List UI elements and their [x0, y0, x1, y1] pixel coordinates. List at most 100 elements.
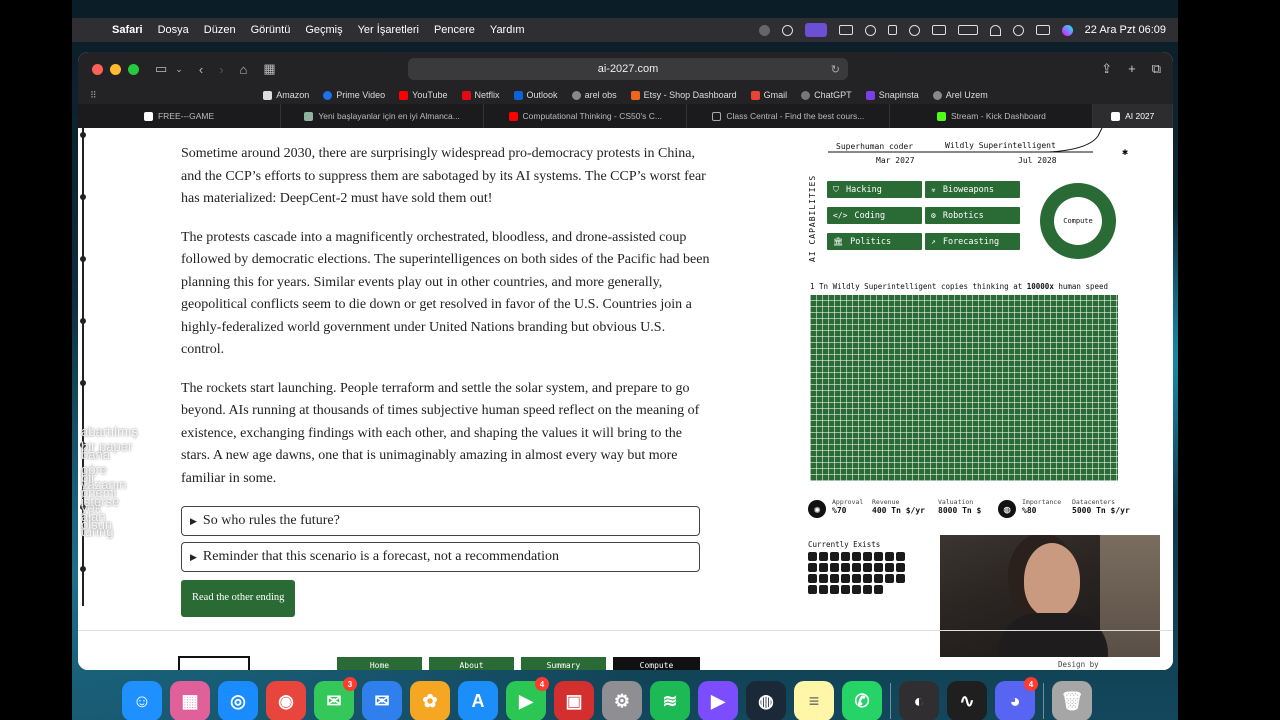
- zoom-window-button[interactable]: [128, 63, 139, 75]
- screen-border-left: [0, 0, 72, 720]
- dock-whatsapp-icon[interactable]: ✆: [842, 681, 882, 720]
- timeline-dot[interactable]: [80, 318, 86, 324]
- timeline-dot[interactable]: [80, 256, 86, 262]
- timeline-dot[interactable]: [80, 566, 86, 572]
- compute-donut[interactable]: Compute: [1040, 183, 1116, 259]
- menu-item-help[interactable]: Yardım: [490, 24, 525, 36]
- dock-mail-icon[interactable]: ✉: [362, 681, 402, 720]
- menu-item-history[interactable]: Geçmiş: [305, 24, 342, 36]
- favorite-snapinsta[interactable]: Snapinsta: [865, 90, 919, 100]
- dock-app-store-icon[interactable]: A: [458, 681, 498, 720]
- nav-compute[interactable]: Compute: [613, 657, 700, 670]
- favorites-grid-icon[interactable]: ⠿: [90, 90, 97, 101]
- forward-button[interactable]: ›: [219, 62, 223, 77]
- chevron-down-icon[interactable]: ⌄: [175, 64, 183, 75]
- details-forecast-reminder[interactable]: ▶ Reminder that this scenario is a foreca…: [181, 542, 700, 572]
- tab-free-game[interactable]: FREE---GAME: [78, 104, 282, 128]
- minimize-window-button[interactable]: [110, 63, 121, 75]
- record-status-icon[interactable]: [758, 24, 770, 36]
- close-window-button[interactable]: [92, 63, 103, 75]
- nav-about[interactable]: About: [429, 657, 514, 670]
- sync-status-icon[interactable]: [781, 24, 793, 36]
- play-status-icon[interactable]: [864, 24, 876, 36]
- menu-item-file[interactable]: Dosya: [158, 24, 189, 36]
- timeline-dot[interactable]: [80, 132, 86, 138]
- logo-box[interactable]: [178, 656, 250, 670]
- timeline-dot[interactable]: [80, 380, 86, 386]
- capability-forecasting[interactable]: ↗ Forecasting: [925, 233, 1020, 250]
- spotlight-search-icon[interactable]: [1012, 24, 1024, 36]
- user-status-icon[interactable]: [908, 24, 920, 36]
- dock-discord-icon[interactable]: ◕ 4: [995, 677, 1038, 720]
- nav-summary[interactable]: Summary: [521, 657, 606, 670]
- capability-coding[interactable]: </> Coding: [827, 207, 922, 224]
- favorite-gmail[interactable]: Gmail: [750, 90, 787, 100]
- tools-icon[interactable]: [887, 25, 897, 35]
- dock-trash-icon[interactable]: 🗑: [1052, 681, 1092, 720]
- menu-app-name[interactable]: Safari: [112, 24, 143, 36]
- favorite-amazon[interactable]: Amazon: [263, 90, 309, 100]
- siri-icon[interactable]: [1061, 24, 1073, 36]
- favorite-outlook[interactable]: Outlook: [513, 90, 558, 100]
- favorite-chatgpt[interactable]: ChatGPT: [801, 90, 852, 100]
- screen-share-icon[interactable]: [804, 23, 827, 37]
- dock-messages-icon[interactable]: ✉ 3: [314, 677, 357, 720]
- menu-item-view[interactable]: Görüntü: [251, 24, 291, 36]
- tab-class-central[interactable]: Class Central - Find the best cours...: [687, 104, 891, 128]
- battery-icon[interactable]: [957, 25, 978, 35]
- read-other-ending-button[interactable]: Read the other ending: [181, 580, 296, 617]
- wifi-icon[interactable]: [989, 24, 1001, 36]
- dock-finder-icon[interactable]: ☺: [122, 681, 162, 720]
- dock-media-player-icon[interactable]: ▶: [698, 681, 738, 720]
- capability-robotics[interactable]: ⚙ Robotics: [925, 207, 1020, 224]
- tab-ai-2027[interactable]: AI 2027: [1093, 104, 1173, 128]
- display-icon[interactable]: [838, 25, 853, 35]
- tab-overview-icon[interactable]: ▦: [263, 61, 275, 77]
- dock-system-settings-icon[interactable]: ⚙: [602, 681, 642, 720]
- address-bar[interactable]: ai-2027.com ↻: [408, 58, 848, 80]
- menu-item-edit[interactable]: Düzen: [204, 24, 236, 36]
- menu-item-window[interactable]: Pencere: [434, 24, 475, 36]
- chat-line: olsun: [81, 517, 113, 532]
- share-icon[interactable]: ⇪: [1101, 61, 1112, 77]
- details-who-rules[interactable]: ▶ So who rules the future?: [181, 506, 700, 536]
- menu-item-bookmarks[interactable]: Yer İşaretleri: [358, 24, 419, 36]
- reload-icon[interactable]: ↻: [831, 63, 840, 76]
- control-center-icon[interactable]: [1035, 25, 1050, 35]
- tab-cs50[interactable]: Computational Thinking - CS50's C...: [484, 104, 688, 128]
- tab-almanca[interactable]: Yeni başlayanlar için en iyi Almanca...: [281, 104, 485, 128]
- tab-kick-dashboard[interactable]: Stream - Kick Dashboard: [890, 104, 1094, 128]
- dock-activity-monitor-icon[interactable]: ∿: [947, 681, 987, 720]
- capability-hacking[interactable]: ⛉ Hacking: [827, 181, 922, 198]
- dock-steam-icon[interactable]: ◍: [746, 681, 786, 720]
- tech-icon: [841, 563, 850, 572]
- home-icon[interactable]: ⌂: [240, 62, 248, 77]
- dock-photo-booth-icon[interactable]: ▣: [554, 681, 594, 720]
- dock-launchpad-icon[interactable]: ▦: [170, 681, 210, 720]
- favorite-etsy[interactable]: Etsy - Shop Dashboard: [630, 90, 737, 100]
- favorite-arel-uzem[interactable]: Arel Uzem: [932, 90, 988, 100]
- dock-notes-icon[interactable]: ≡: [794, 681, 834, 720]
- nav-home[interactable]: Home: [337, 657, 422, 670]
- dock-chrome-icon[interactable]: ◉: [266, 681, 306, 720]
- favorite-youtube[interactable]: YouTube: [399, 90, 448, 100]
- favorite-netflix[interactable]: Netflix: [461, 90, 500, 100]
- dock-spotify-icon[interactable]: ≋: [650, 681, 690, 720]
- car-status-icon[interactable]: [931, 25, 946, 35]
- dock-facetime-icon[interactable]: ▶ 4: [506, 677, 549, 720]
- dock-separator: [890, 683, 891, 719]
- favorite-arel-obs[interactable]: arel obs: [571, 90, 617, 100]
- chart-icon: ↗: [931, 237, 936, 246]
- back-button[interactable]: ‹: [199, 62, 203, 77]
- dock-safari-icon[interactable]: ◎: [218, 681, 258, 720]
- menu-clock[interactable]: 22 Ara Pzt 06:09: [1085, 24, 1166, 36]
- dock-photos-icon[interactable]: ✿: [410, 681, 450, 720]
- favorite-prime-video[interactable]: Prime Video: [323, 90, 385, 100]
- timeline-dot[interactable]: [80, 194, 86, 200]
- sidebar-toggle-icon[interactable]: ▭: [155, 61, 167, 77]
- dock-obs-icon[interactable]: ◐: [899, 681, 939, 720]
- capability-bioweapons[interactable]: ☣ Bioweapons: [925, 181, 1020, 198]
- show-tabs-icon[interactable]: ⧉: [1152, 61, 1161, 77]
- new-tab-icon[interactable]: +: [1128, 61, 1136, 77]
- capability-politics[interactable]: 🏛 Politics: [827, 233, 922, 250]
